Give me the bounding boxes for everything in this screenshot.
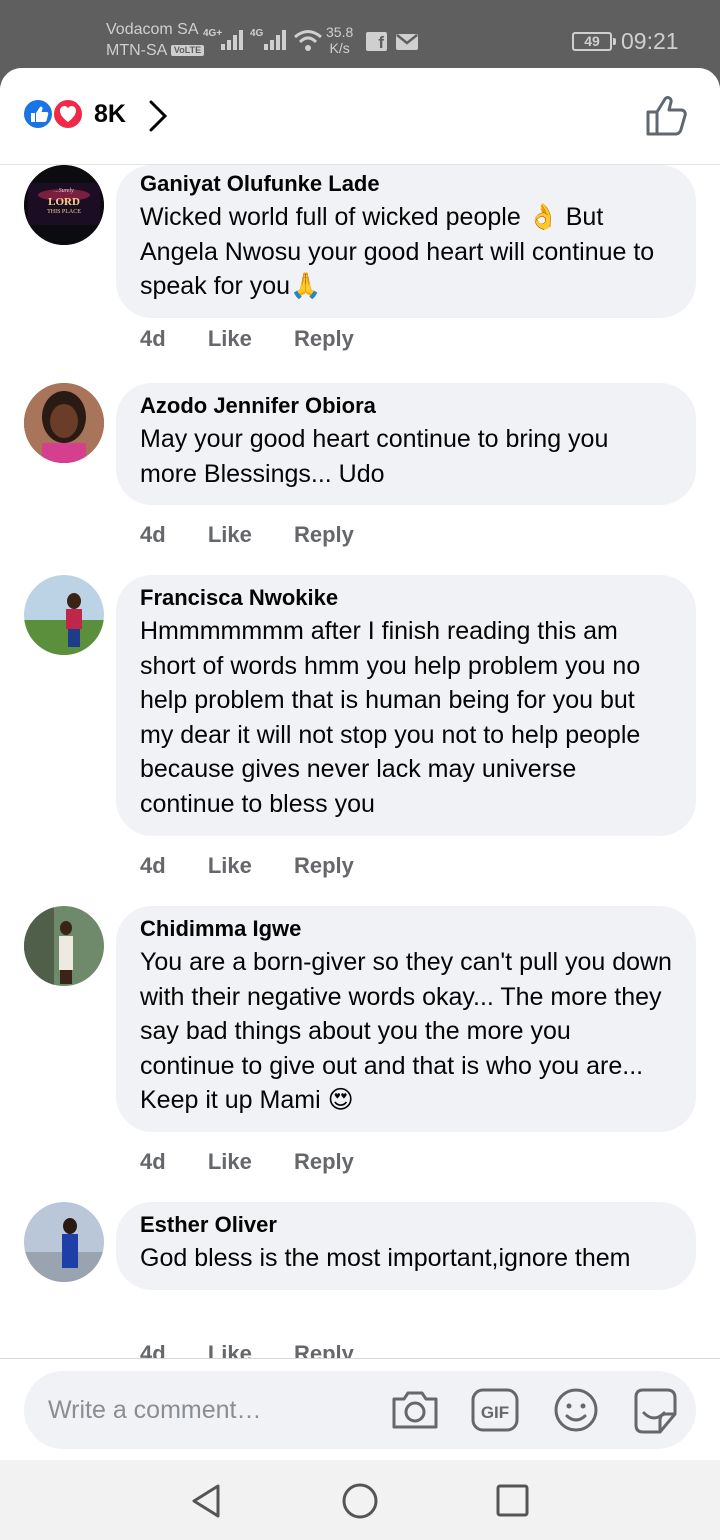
avatar[interactable] xyxy=(24,575,104,655)
comment-time: 4d xyxy=(140,853,166,878)
like-button[interactable]: Like xyxy=(208,326,252,351)
reply-button[interactable]: Reply xyxy=(294,522,354,547)
carrier-1: Vodacom SA xyxy=(106,21,199,38)
back-icon[interactable] xyxy=(188,1482,224,1520)
comment-actions: 4d Like Reply xyxy=(140,326,390,352)
comment-composer-bar: GIF xyxy=(0,1358,720,1460)
speed-unit: K/s xyxy=(329,40,350,56)
comment-time: 4d xyxy=(140,326,166,351)
reactions-header[interactable]: 8K xyxy=(0,68,720,165)
avatar[interactable]: ...Surely LORD THIS PLACE xyxy=(24,165,104,245)
reply-button[interactable]: Reply xyxy=(294,1149,354,1174)
avatar[interactable] xyxy=(24,1202,104,1282)
reply-button[interactable]: Reply xyxy=(294,326,354,351)
svg-text:LORD: LORD xyxy=(48,196,80,208)
comment-actions: 4d Like Reply xyxy=(140,853,390,879)
comment-time: 4d xyxy=(140,1149,166,1174)
camera-icon[interactable] xyxy=(390,1387,440,1433)
recents-icon[interactable] xyxy=(495,1482,531,1520)
comment-text: God bless is the most important,ignore t… xyxy=(140,1244,631,1272)
speed-value: 35.8 xyxy=(326,24,354,40)
battery-indicator: 49 xyxy=(572,32,616,51)
comment-input[interactable] xyxy=(48,1393,388,1427)
comment-actions: 4d Like Reply xyxy=(140,1341,390,1358)
like-button[interactable]: Like xyxy=(208,1149,252,1174)
comment-time: 4d xyxy=(140,1341,166,1358)
volte-badge: VoLTE xyxy=(170,45,205,56)
comment-author[interactable]: Ganiyat Olufunke Lade xyxy=(140,171,672,197)
comment-bubble[interactable]: Francisca Nwokike Hmmmmmmm after I finis… xyxy=(116,575,696,836)
chevron-right-icon[interactable] xyxy=(146,98,170,134)
avatar[interactable] xyxy=(24,383,104,463)
system-navigation-bar xyxy=(0,1460,720,1540)
avatar[interactable] xyxy=(24,906,104,986)
reaction-count[interactable]: 8K xyxy=(94,100,126,129)
comment-text: You are a born-giver so they can't pull … xyxy=(140,948,672,1115)
comment-bubble[interactable]: Chidimma Igwe You are a born-giver so th… xyxy=(116,906,696,1132)
clock: 09:21 xyxy=(621,28,679,54)
gif-icon[interactable]: GIF xyxy=(470,1387,520,1433)
mail-notification-icon xyxy=(396,34,418,50)
comment-text: Wicked world full of wicked people 👌 But… xyxy=(140,203,655,301)
comment-bubble[interactable]: Esther Oliver God bless is the most impo… xyxy=(116,1202,696,1290)
sticker-icon[interactable] xyxy=(630,1387,680,1435)
comment-bubble[interactable]: Azodo Jennifer Obiora May your good hear… xyxy=(116,383,696,506)
home-icon[interactable] xyxy=(341,1482,379,1520)
comment-actions: 4d Like Reply xyxy=(140,522,390,548)
reply-button[interactable]: Reply xyxy=(294,853,354,878)
facebook-notification-icon: f xyxy=(366,32,387,52)
love-reaction-icon xyxy=(52,98,84,130)
comment-author[interactable]: Francisca Nwokike xyxy=(140,585,672,611)
like-button[interactable]: Like xyxy=(208,1341,252,1358)
network-2-label: 4G xyxy=(250,28,264,39)
comments-sheet: 8K ...Surely LORD THIS PLACE Ganiyat Olu… xyxy=(0,68,720,1540)
signal-4g-plus-icon: 4G+ xyxy=(203,28,243,50)
reply-button[interactable]: Reply xyxy=(294,1341,354,1358)
carrier-info: Vodacom SA MTN-SA VoLTE xyxy=(106,19,205,61)
gif-label: GIF xyxy=(481,1403,509,1422)
wifi-icon xyxy=(294,30,322,51)
like-button[interactable]: Like xyxy=(208,522,252,547)
comment-text: Hmmmmmmm after I finish reading this am … xyxy=(140,617,641,818)
signal-4g-icon: 4G xyxy=(250,28,286,50)
network-speed: 35.8 K/s xyxy=(326,24,353,56)
comment-composer: GIF xyxy=(24,1371,696,1449)
svg-text:...Surely: ...Surely xyxy=(54,188,74,194)
carrier-2: MTN-SA xyxy=(106,42,167,59)
comment-author[interactable]: Chidimma Igwe xyxy=(140,916,672,942)
comment-bubble[interactable]: Ganiyat Olufunke Lade Wicked world full … xyxy=(116,165,696,318)
like-reaction-icon xyxy=(22,98,54,130)
comment-author[interactable]: Esther Oliver xyxy=(140,1212,672,1238)
like-outline-icon[interactable] xyxy=(644,93,690,137)
comment-time: 4d xyxy=(140,522,166,547)
like-button[interactable]: Like xyxy=(208,853,252,878)
network-1-label: 4G+ xyxy=(203,28,222,39)
status-bar: Vodacom SA MTN-SA VoLTE 4G+ 4G 35.8 K/s … xyxy=(0,0,720,68)
comment-author[interactable]: Azodo Jennifer Obiora xyxy=(140,393,672,419)
svg-text:THIS PLACE: THIS PLACE xyxy=(47,209,81,215)
comment-text: May your good heart continue to bring yo… xyxy=(140,425,609,488)
emoji-icon[interactable] xyxy=(552,1387,600,1433)
comments-list[interactable]: ...Surely LORD THIS PLACE Ganiyat Olufun… xyxy=(0,165,720,1358)
comment-actions: 4d Like Reply xyxy=(140,1149,390,1175)
